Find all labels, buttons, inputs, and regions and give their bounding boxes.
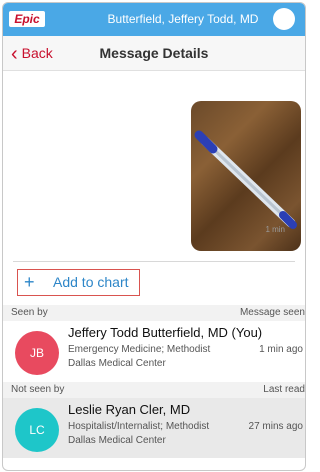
avatar: LC <box>15 408 59 452</box>
chevron-left-icon: ‹ <box>11 43 18 65</box>
message-timestamp: 1 min <box>265 225 285 234</box>
status-bar: Epic Butterfield, Jeffery Todd, MD <box>3 3 305 36</box>
current-user-name: Butterfield, Jeffery Todd, MD <box>107 12 259 26</box>
seen-user-row[interactable]: JB Jeffery Todd Butterfield, MD (You) Em… <box>3 321 305 381</box>
user-name: Leslie Ryan Cler, MD <box>68 402 191 417</box>
back-button[interactable]: ‹ Back <box>11 36 53 70</box>
nav-bar: ‹ Back Message Details <box>3 36 305 71</box>
department-line-1: Emergency Medicine; Methodist <box>68 344 211 355</box>
department-line-2: Dallas Medical Center <box>68 358 166 369</box>
not-seen-by-header: Not seen by Last read <box>3 382 305 398</box>
plus-icon: + <box>24 272 35 292</box>
not-seen-user-row[interactable]: LC Leslie Ryan Cler, MD Hospitalist/Inte… <box>3 398 305 458</box>
divider <box>13 261 295 262</box>
back-label: Back <box>21 45 53 61</box>
message-area <box>3 71 305 259</box>
avatar: JB <box>15 331 59 375</box>
message-seen-label: Message seen <box>239 307 305 318</box>
user-department: Hospitalist/Internalist; Methodist Dalla… <box>68 420 228 448</box>
seen-by-label: Seen by <box>11 307 48 318</box>
user-avatar[interactable] <box>273 8 295 30</box>
last-read-label: Last read <box>263 384 305 395</box>
department-line-1: Hospitalist/Internalist; Methodist <box>68 421 210 432</box>
app-frame: Epic Butterfield, Jeffery Todd, MD ‹ Back… <box>2 2 306 471</box>
seen-time: 1 min ago <box>259 344 303 355</box>
add-to-chart-button[interactable]: + Add to chart <box>17 269 140 296</box>
epic-logo: Epic <box>9 11 45 27</box>
seen-by-header: Seen by Message seen <box>3 305 305 321</box>
add-to-chart-label: Add to chart <box>53 274 129 290</box>
user-department: Emergency Medicine; Methodist Dallas Med… <box>68 343 228 371</box>
not-seen-by-label: Not seen by <box>11 384 65 395</box>
last-read-time: 27 mins ago <box>248 421 303 432</box>
user-name: Jeffery Todd Butterfield, MD (You) <box>68 325 263 340</box>
department-line-2: Dallas Medical Center <box>68 435 166 446</box>
